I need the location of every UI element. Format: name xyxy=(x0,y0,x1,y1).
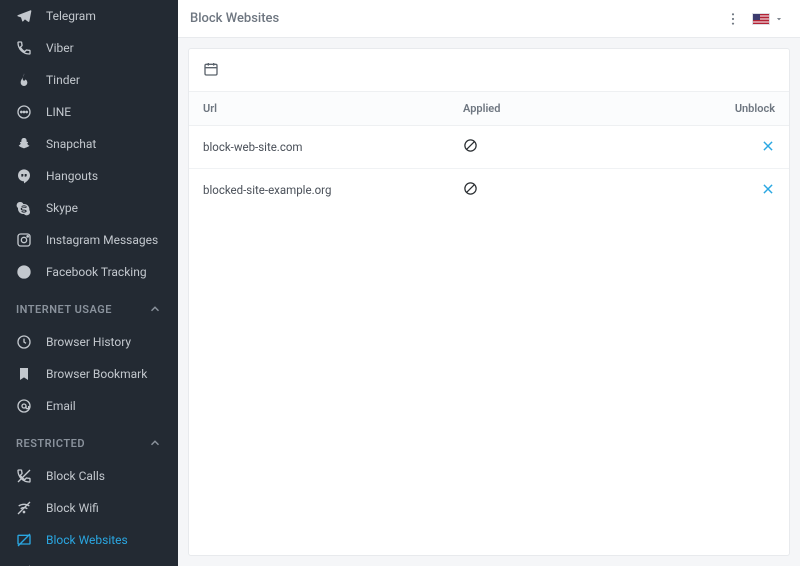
blocked-status-icon xyxy=(463,181,478,196)
sidebar-item-label: Snapchat xyxy=(46,137,96,151)
sidebar-item-skype[interactable]: Skype xyxy=(0,192,178,224)
block-wifi-icon xyxy=(16,500,32,516)
cell-unblock xyxy=(715,139,775,156)
chevron-up-icon xyxy=(148,436,162,450)
sidebar-item-block-wifi[interactable]: Block Wifi xyxy=(0,492,178,524)
sidebar-item-label: Viber xyxy=(46,41,74,55)
cell-url: block-web-site.com xyxy=(203,140,463,154)
table-row: blocked-site-example.org xyxy=(189,169,789,211)
hangouts-icon xyxy=(16,168,32,184)
history-icon xyxy=(16,334,32,350)
chevron-up-icon xyxy=(148,302,162,316)
language-selector[interactable] xyxy=(748,7,788,30)
column-header-applied: Applied xyxy=(463,102,715,115)
panel-toolbar xyxy=(189,49,789,91)
viber-icon xyxy=(16,40,32,56)
sidebar-item-telegram[interactable]: Telegram xyxy=(0,0,178,32)
sidebar-item-label: Facebook Tracking xyxy=(46,265,147,279)
blocked-websites-panel: Url Applied Unblock block-web-site.com b… xyxy=(188,48,790,556)
page-title: Block Websites xyxy=(190,11,279,26)
main-content: Block Websites Url Applied xyxy=(178,0,800,566)
section-label: INTERNET USAGE xyxy=(16,303,112,316)
instagram-icon xyxy=(16,232,32,248)
email-icon xyxy=(16,398,32,414)
bookmark-icon xyxy=(16,366,32,382)
calendar-icon[interactable] xyxy=(203,61,219,77)
line-icon xyxy=(16,104,32,120)
sidebar-item-label: Block Websites xyxy=(46,533,128,547)
sidebar-item-label: Browser Bookmark xyxy=(46,367,147,381)
cell-applied xyxy=(463,181,715,199)
tinder-icon xyxy=(16,72,32,88)
content-area: Url Applied Unblock block-web-site.com b… xyxy=(178,38,800,566)
sidebar-item-email[interactable]: Email xyxy=(0,390,178,422)
telegram-icon xyxy=(16,8,32,24)
us-flag-icon xyxy=(752,13,770,25)
sidebar-item-facebook[interactable]: Facebook Tracking xyxy=(0,256,178,288)
cell-unblock xyxy=(715,182,775,199)
snapchat-icon xyxy=(16,136,32,152)
sidebar-item-label: LINE xyxy=(46,105,71,119)
unblock-button[interactable] xyxy=(761,139,775,153)
blocked-status-icon xyxy=(463,138,478,153)
sidebar-item-viber[interactable]: Viber xyxy=(0,32,178,64)
skype-icon xyxy=(16,200,32,216)
caret-down-icon xyxy=(774,9,784,28)
sidebar-item-hangouts[interactable]: Hangouts xyxy=(0,160,178,192)
facebook-icon xyxy=(16,264,32,280)
sidebar-item-label: Block Calls xyxy=(46,469,105,483)
sidebar: Telegram Viber Tinder LINE Snapchat Hang… xyxy=(0,0,178,566)
sidebar-item-block-applications[interactable]: Block Applications xyxy=(0,556,178,566)
cell-url: blocked-site-example.org xyxy=(203,183,463,197)
table-row: block-web-site.com xyxy=(189,126,789,169)
sidebar-item-label: Telegram xyxy=(46,9,96,23)
section-internet-usage[interactable]: INTERNET USAGE xyxy=(0,288,178,326)
topbar: Block Websites xyxy=(178,0,800,38)
sidebar-item-label: Skype xyxy=(46,201,78,215)
sidebar-item-instagram[interactable]: Instagram Messages xyxy=(0,224,178,256)
sidebar-item-label: Browser History xyxy=(46,335,131,349)
sidebar-item-label: Tinder xyxy=(46,73,80,87)
sidebar-item-label: Email xyxy=(46,399,76,413)
table-header: Url Applied Unblock xyxy=(189,91,789,126)
section-label: RESTRICTED xyxy=(16,437,85,450)
more-options-button[interactable] xyxy=(724,10,742,28)
block-websites-icon xyxy=(16,532,32,548)
sidebar-item-snapchat[interactable]: Snapchat xyxy=(0,128,178,160)
sidebar-item-label: Hangouts xyxy=(46,169,98,183)
section-restricted[interactable]: RESTRICTED xyxy=(0,422,178,460)
sidebar-item-line[interactable]: LINE xyxy=(0,96,178,128)
block-calls-icon xyxy=(16,468,32,484)
sidebar-item-browser-history[interactable]: Browser History xyxy=(0,326,178,358)
column-header-url: Url xyxy=(203,102,463,115)
sidebar-item-block-websites[interactable]: Block Websites xyxy=(0,524,178,556)
sidebar-item-tinder[interactable]: Tinder xyxy=(0,64,178,96)
sidebar-item-label: Instagram Messages xyxy=(46,233,158,247)
column-header-unblock: Unblock xyxy=(715,102,775,115)
cell-applied xyxy=(463,138,715,156)
sidebar-item-browser-bookmark[interactable]: Browser Bookmark xyxy=(0,358,178,390)
app-root: Telegram Viber Tinder LINE Snapchat Hang… xyxy=(0,0,800,566)
unblock-button[interactable] xyxy=(761,182,775,196)
sidebar-item-label: Block Wifi xyxy=(46,501,99,515)
sidebar-item-block-calls[interactable]: Block Calls xyxy=(0,460,178,492)
